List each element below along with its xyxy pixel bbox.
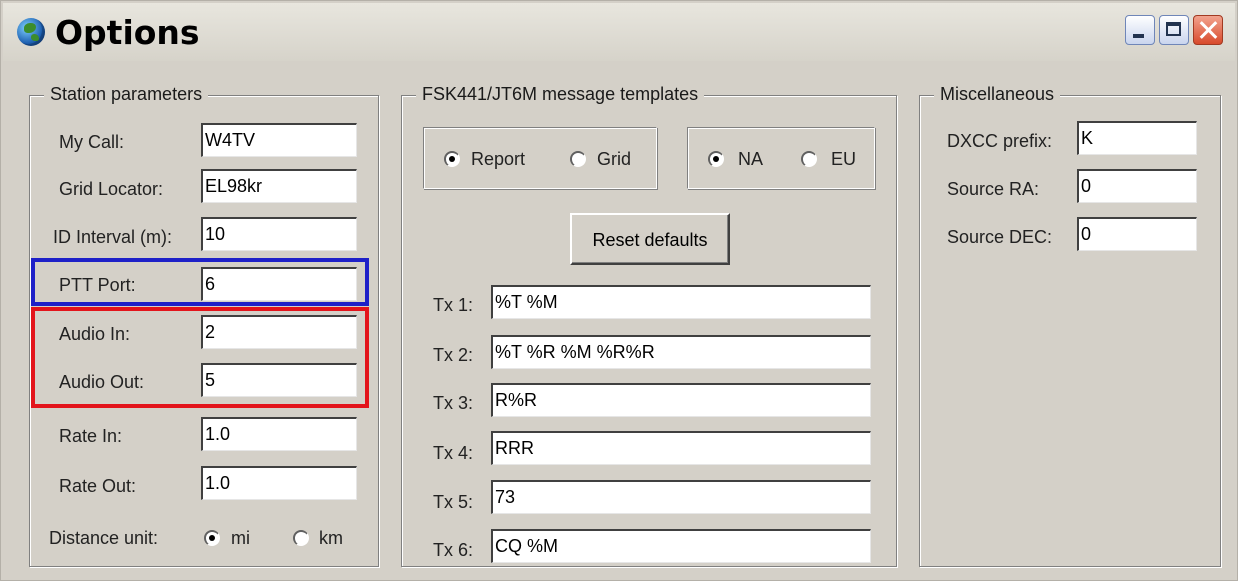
close-icon[interactable] xyxy=(1193,15,1223,45)
minimize-icon[interactable] xyxy=(1125,15,1155,45)
tx6-field[interactable]: CQ %M xyxy=(491,529,871,563)
source-ra-label: Source RA: xyxy=(947,179,1040,199)
distance-km-radio[interactable] xyxy=(293,530,309,546)
miscellaneous-group: Miscellaneous xyxy=(919,84,1221,567)
eu-radio[interactable] xyxy=(801,151,817,167)
na-label[interactable]: NA xyxy=(738,149,763,170)
station-parameters-title: Station parameters xyxy=(44,84,209,105)
tx3-label: Tx 3: xyxy=(433,393,474,413)
rate-out-label: Rate Out: xyxy=(59,476,137,496)
dxcc-prefix-label: DXCC prefix: xyxy=(947,131,1053,151)
distance-mi-radio[interactable] xyxy=(204,530,220,546)
tx3-field[interactable]: R%R xyxy=(491,383,871,417)
tx2-field[interactable]: %T %R %M %R%R xyxy=(491,335,871,369)
distance-mi-label[interactable]: mi xyxy=(231,528,250,549)
options-window: Options Station parameters My Call: W4TV… xyxy=(0,0,1238,581)
grid-label[interactable]: Grid xyxy=(597,149,631,170)
tx1-label: Tx 1: xyxy=(433,295,474,315)
message-templates-title: FSK441/JT6M message templates xyxy=(416,84,705,105)
audio-highlight xyxy=(31,307,369,408)
window-title: Options xyxy=(55,13,200,52)
my-call-label: My Call: xyxy=(59,132,125,152)
na-radio[interactable] xyxy=(708,151,724,167)
miscellaneous-title: Miscellaneous xyxy=(934,84,1061,105)
tx1-field[interactable]: %T %M xyxy=(491,285,871,319)
eu-label[interactable]: EU xyxy=(831,149,856,170)
distance-km-label[interactable]: km xyxy=(319,528,343,549)
rate-in-field[interactable]: 1.0 xyxy=(201,417,357,451)
source-ra-field[interactable]: 0 xyxy=(1077,169,1197,203)
maximize-icon[interactable] xyxy=(1159,15,1189,45)
report-label[interactable]: Report xyxy=(471,149,525,170)
tx5-field[interactable]: 73 xyxy=(491,480,871,514)
tx5-label: Tx 5: xyxy=(433,492,474,512)
reset-defaults-button[interactable]: Reset defaults xyxy=(570,213,730,265)
rate-in-label: Rate In: xyxy=(59,426,123,446)
source-dec-field[interactable]: 0 xyxy=(1077,217,1197,251)
tx4-label: Tx 4: xyxy=(433,443,474,463)
tx4-field[interactable]: RRR xyxy=(491,431,871,465)
grid-radio[interactable] xyxy=(570,151,586,167)
title-bar[interactable]: Options xyxy=(3,3,1235,61)
rate-out-field[interactable]: 1.0 xyxy=(201,466,357,500)
source-dec-label: Source DEC: xyxy=(947,227,1053,247)
my-call-field[interactable]: W4TV xyxy=(201,123,357,157)
globe-icon xyxy=(17,18,45,46)
grid-locator-label: Grid Locator: xyxy=(59,179,164,199)
report-radio[interactable] xyxy=(444,151,460,167)
ptt-port-highlight xyxy=(31,258,369,306)
tx2-label: Tx 2: xyxy=(433,345,474,365)
id-interval-label: ID Interval (m): xyxy=(53,227,173,247)
id-interval-field[interactable]: 10 xyxy=(201,217,357,251)
tx6-label: Tx 6: xyxy=(433,540,474,560)
grid-locator-field[interactable]: EL98kr xyxy=(201,169,357,203)
distance-unit-label: Distance unit: xyxy=(49,528,159,548)
dxcc-prefix-field[interactable]: K xyxy=(1077,121,1197,155)
